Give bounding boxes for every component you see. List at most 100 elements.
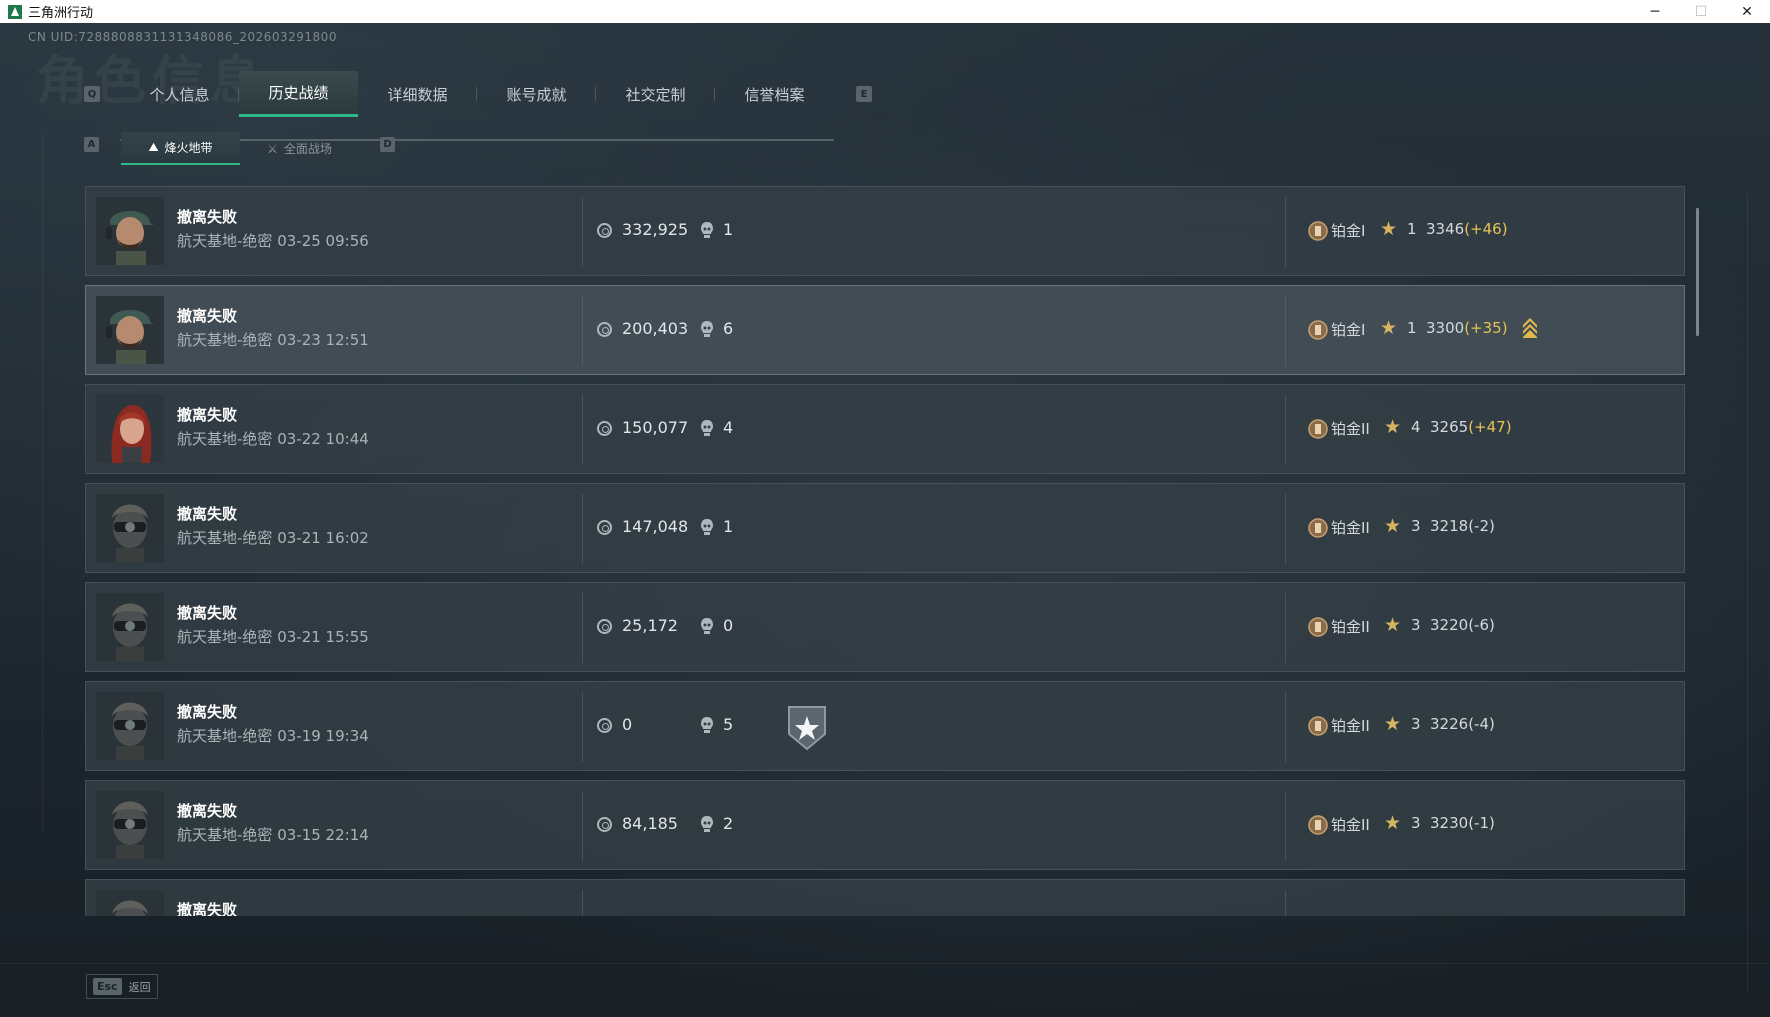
mode-tab-label: 烽火地带: [164, 141, 213, 155]
rank-score: 3226(-4): [1430, 715, 1495, 733]
match-row[interactable]: 撤离失败 航天基地-绝密 03-23 12:51 200,403 6 铂金I ★ 1 3300…: [85, 285, 1685, 375]
score-value: 3226: [1430, 715, 1469, 733]
tab-3[interactable]: 账号成就: [477, 71, 596, 117]
map-name: 航天基地-绝密: [177, 727, 273, 745]
window-title: 三角洲行动: [28, 6, 94, 21]
kill-count: 2: [723, 814, 734, 833]
kill-count: 1: [723, 517, 734, 536]
mode-tab-bar: ⛰ 烽火地带 ⚔ 全面战场: [121, 132, 359, 165]
map-name: 航天基地-绝密: [177, 430, 273, 448]
match-time: 03-21 16:02: [277, 529, 369, 547]
platinum-rank-icon: [1308, 617, 1328, 637]
main-tab-bar: 个人信息 历史战绩 详细数据 账号成就 社交定制 信誉档案: [120, 71, 834, 141]
coin-icon: [597, 322, 612, 337]
platinum-rank-icon: [1308, 716, 1328, 736]
skull-icon: [701, 321, 713, 337]
match-result: 撤离失败: [177, 703, 238, 721]
prev-tab-key-hint[interactable]: Q: [84, 86, 100, 102]
column-divider: [1285, 494, 1286, 564]
tab-5[interactable]: 信誉档案: [715, 71, 834, 117]
rank-score: 3300(+35): [1426, 319, 1508, 337]
close-button[interactable]: ✕: [1724, 0, 1770, 23]
score-value: 3218: [1430, 517, 1469, 535]
rank-score: 3265(+47): [1430, 418, 1512, 436]
match-history-list[interactable]: 撤离失败 航天基地-绝密 03-25 09:56 332,925 1 铂金I ★ 1 3346…: [85, 186, 1685, 916]
column-divider: [1285, 692, 1286, 762]
match-result: 撤离失败: [177, 307, 238, 325]
score-delta: (-2): [1468, 517, 1495, 535]
match-row[interactable]: 撤离失败 航天基地-绝密 03-25 09:56 332,925 1 铂金I ★ 1 3346…: [85, 186, 1685, 276]
match-result: 撤离失败: [177, 802, 238, 820]
kill-count: 5: [723, 715, 734, 734]
list-scrollbar[interactable]: [1696, 208, 1699, 336]
operator-avatar: [96, 494, 164, 562]
map-and-time: 航天基地-绝密 03-25 09:56: [177, 230, 369, 251]
score-value: 3346: [1426, 220, 1465, 238]
decor-line-right: [1747, 193, 1748, 993]
maximize-button[interactable]: ☐: [1678, 0, 1724, 23]
mode-tab-0[interactable]: ⛰ 烽火地带: [121, 132, 240, 165]
score-delta: (+46): [1464, 220, 1508, 238]
mode-tab-1[interactable]: ⚔ 全面战场: [240, 132, 359, 165]
platinum-rank-icon: [1308, 320, 1328, 340]
skull-icon: [701, 222, 713, 238]
decor-line-left: [42, 133, 43, 833]
column-divider: [1285, 197, 1286, 267]
esc-key-hint: Esc: [93, 978, 122, 995]
match-time: 03-25 09:56: [277, 232, 369, 250]
kill-count: 1: [723, 220, 734, 239]
rank-score: 3220(-6): [1430, 616, 1495, 634]
match-row[interactable]: 撤离失败 航天基地-绝密 03-21 16:02 147,048 1 铂金II ★ 3 321…: [85, 483, 1685, 573]
tab-4[interactable]: 社交定制: [596, 71, 715, 117]
prev-subtab-key-hint[interactable]: A: [84, 137, 99, 152]
star-icon: ★: [1384, 812, 1402, 834]
match-row[interactable]: 撤离失败 航天基地-绝密 03-15 22:14 84,185 2 铂金II ★ 3 3230…: [85, 780, 1685, 870]
tab-0[interactable]: 个人信息: [120, 71, 239, 117]
operator-avatar: [96, 296, 164, 364]
score-delta: (-1): [1468, 814, 1495, 832]
coin-icon: [597, 421, 612, 436]
match-row[interactable]: 撤离失败: [85, 879, 1685, 916]
rank-name: 铂金II: [1331, 717, 1370, 735]
column-divider: [582, 692, 583, 762]
column-divider: [1285, 296, 1286, 366]
platinum-rank-icon: [1308, 221, 1328, 241]
coin-icon: [597, 520, 612, 535]
map-name: 航天基地-绝密: [177, 232, 273, 250]
match-result: 撤离失败: [177, 604, 238, 622]
rank-up-icon: [1523, 318, 1537, 338]
column-divider: [582, 791, 583, 861]
footer-divider: [0, 963, 1770, 964]
column-divider: [1285, 593, 1286, 663]
player-uid: CN UID:7288808831131348086_202603291800: [28, 30, 337, 44]
match-time: 03-15 22:14: [277, 826, 369, 844]
rank-name: 铂金II: [1331, 618, 1370, 636]
score-value: 3220: [1430, 616, 1469, 634]
tab-1[interactable]: 历史战绩: [239, 71, 358, 117]
extract-value: 25,172: [622, 616, 678, 635]
tab-2[interactable]: 详细数据: [358, 71, 477, 117]
match-row[interactable]: 撤离失败 航天基地-绝密 03-22 10:44 150,077 4 铂金II ★ 4 326…: [85, 384, 1685, 474]
map-and-time: 航天基地-绝密 03-15 22:14: [177, 824, 369, 845]
rank-name: 铂金II: [1331, 420, 1370, 438]
back-button[interactable]: Esc 返回: [86, 974, 158, 999]
map-name: 航天基地-绝密: [177, 331, 273, 349]
next-tab-key-hint[interactable]: E: [856, 86, 872, 102]
map-and-time: 航天基地-绝密 03-21 16:02: [177, 527, 369, 548]
score-delta: (+35): [1464, 319, 1508, 337]
kill-count: 0: [723, 616, 734, 635]
score-value: 3230: [1430, 814, 1469, 832]
operator-avatar: [96, 197, 164, 265]
next-subtab-key-hint[interactable]: D: [380, 137, 395, 152]
skull-icon: [701, 717, 713, 733]
skull-icon: [701, 420, 713, 436]
minimize-button[interactable]: ─: [1632, 0, 1678, 23]
match-row[interactable]: 撤离失败 航天基地-绝密 03-19 19:34 0 5 铂金II ★ 3 3226(-4): [85, 681, 1685, 771]
match-result: 撤离失败: [177, 406, 238, 424]
column-divider: [582, 296, 583, 366]
match-result: 撤离失败: [177, 901, 238, 916]
star-icon: ★: [1384, 713, 1402, 735]
skull-icon: [701, 519, 713, 535]
star-count: 3: [1411, 814, 1421, 832]
match-row[interactable]: 撤离失败 航天基地-绝密 03-21 15:55 25,172 0 铂金II ★ 3 3220…: [85, 582, 1685, 672]
